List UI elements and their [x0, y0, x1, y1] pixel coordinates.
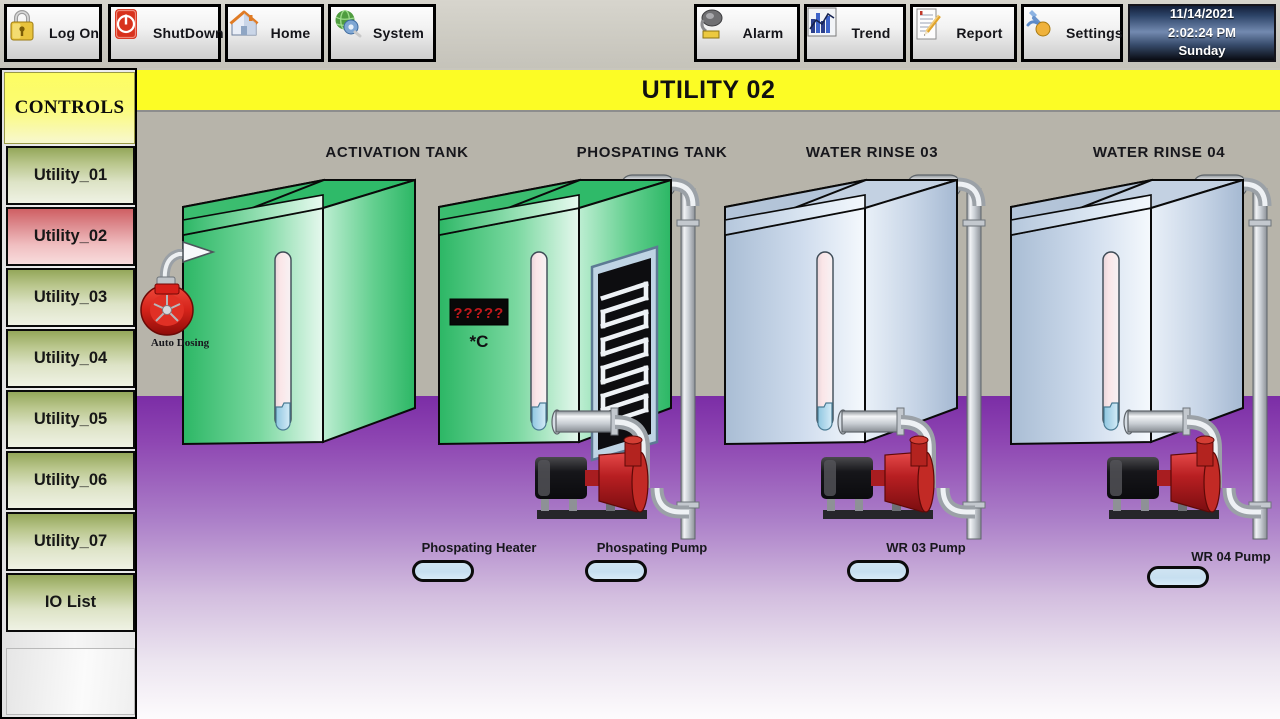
current-day: Sunday: [1178, 43, 1226, 59]
water-rinse-03-tank-graphic: [724, 174, 986, 540]
activation-tank-title: ACTIVATION TANK: [325, 144, 469, 161]
current-time: 2:02:24 PM: [1168, 24, 1236, 40]
sidebar-item-utility-01[interactable]: Utility_01: [6, 146, 135, 205]
wr03-pump-graphic: [821, 435, 935, 519]
sidebar-filler-panel: [6, 648, 135, 715]
sidebar-item-list: Utility_01 Utility_02 Utility_03 Utility…: [6, 146, 135, 634]
current-date: 11/14/2021: [1169, 5, 1235, 21]
wr03-pump-label: WR 03 Pump: [886, 540, 966, 555]
temperature-value: ?????: [453, 306, 504, 323]
sidebar-item-io-list[interactable]: IO List: [6, 573, 135, 632]
page-title-bar: UTILITY 02: [137, 70, 1280, 112]
phospating-heater-label: Phospating Heater: [421, 540, 537, 555]
sidebar-label: Utility_05: [33, 410, 108, 428]
auto-dosing-label: Auto Dosing: [150, 337, 210, 349]
wr04-pump-graphic: [1107, 435, 1221, 519]
sidebar-label: Utility_04: [33, 349, 108, 367]
sidebar-item-utility-04[interactable]: Utility_04: [6, 329, 135, 388]
process-diagram: ????? *C ACTIVATION TANK PHOSPATING TANK…: [137, 112, 1280, 719]
shutdown-button[interactable]: ShutDown: [108, 4, 224, 62]
sidebar-label: Utility_01: [33, 166, 108, 184]
sidebar-item-utility-07[interactable]: Utility_07: [6, 512, 135, 571]
settings-label: Settings: [1066, 25, 1123, 41]
shutdown-label: ShutDown: [153, 25, 224, 41]
wr04-pump-label: WR 04 Pump: [1191, 549, 1271, 564]
phospating-heater-status-lamp[interactable]: [412, 560, 474, 582]
water-rinse-04-title: WATER RINSE 04: [1092, 144, 1226, 161]
log-on-label: Log On: [49, 25, 100, 41]
page-title: UTILITY 02: [641, 75, 776, 104]
activation-tank-graphic: [140, 178, 416, 446]
alarm-button[interactable]: Alarm: [694, 4, 800, 62]
sidebar-label: Utility_02: [33, 227, 108, 245]
globe-gear-icon: [335, 9, 373, 53]
house-icon: [229, 10, 270, 53]
wr04-pump-status-lamp[interactable]: [1147, 566, 1209, 588]
water-rinse-04-tank-graphic: [1010, 174, 1272, 540]
report-pencil-icon: [916, 8, 955, 53]
top-toolbar: Log On ShutDown Home System Alarm Trend …: [0, 0, 1280, 68]
sidebar-label: Utility_06: [33, 471, 108, 489]
report-label: Report: [956, 25, 1003, 41]
settings-button[interactable]: Settings: [1021, 4, 1123, 62]
system-label: System: [373, 25, 425, 41]
sidebar-label: Utility_03: [33, 288, 108, 306]
log-on-button[interactable]: Log On: [4, 4, 102, 62]
padlock-icon: [10, 10, 49, 53]
report-button[interactable]: Report: [910, 4, 1017, 62]
sidebar-item-utility-05[interactable]: Utility_05: [6, 390, 135, 449]
controls-sidebar: CONTROLS Utility_01 Utility_02 Utility_0…: [0, 68, 137, 719]
phospating-pump-status-lamp[interactable]: [585, 560, 647, 582]
datetime-display: 11/14/2021 2:02:24 PM Sunday: [1128, 4, 1276, 62]
bar-chart-icon: [807, 7, 849, 53]
system-button[interactable]: System: [328, 4, 436, 62]
trend-button[interactable]: Trend: [804, 4, 906, 62]
sidebar-item-utility-02[interactable]: Utility_02: [6, 207, 135, 266]
phospating-pump-label: Phospating Pump: [596, 540, 708, 555]
water-rinse-03-title: WATER RINSE 03: [805, 144, 939, 161]
sidebar-label: Utility_07: [33, 532, 108, 550]
sidebar-heading: CONTROLS: [4, 72, 135, 144]
sidebar-item-utility-06[interactable]: Utility_06: [6, 451, 135, 510]
process-graphics: ????? *C: [140, 174, 1272, 540]
power-icon: [115, 9, 153, 53]
wr03-pump-status-lamp[interactable]: [847, 560, 909, 582]
hmi-screen: Log On ShutDown Home System Alarm Trend …: [0, 0, 1280, 719]
phospating-tank-graphic: ????? *C: [438, 174, 700, 540]
home-button[interactable]: Home: [225, 4, 324, 62]
home-label: Home: [270, 25, 311, 41]
temperature-unit: *C: [470, 332, 489, 351]
alarm-label: Alarm: [742, 25, 784, 41]
sidebar-label: IO List: [44, 593, 97, 611]
settings-tools-icon: [1026, 10, 1066, 53]
alarm-bell-icon: [700, 9, 739, 53]
sidebar-item-utility-03[interactable]: Utility_03: [6, 268, 135, 327]
trend-label: Trend: [851, 25, 891, 41]
